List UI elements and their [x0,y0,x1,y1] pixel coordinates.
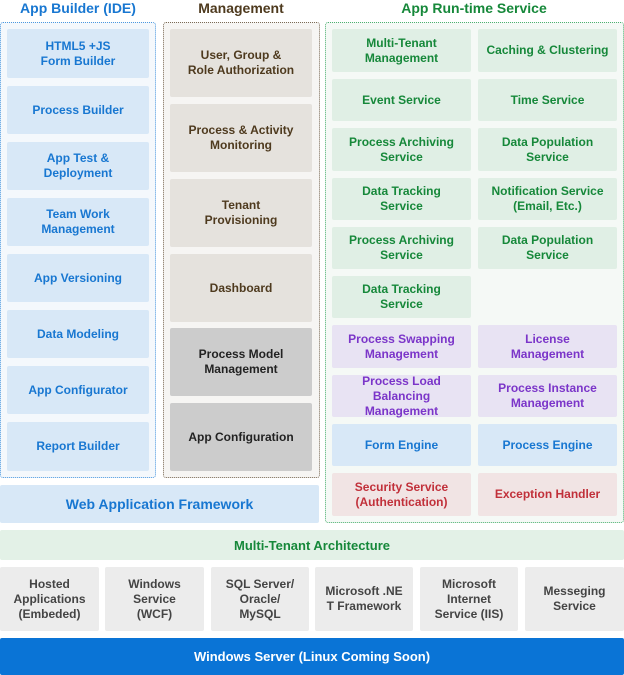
runtime-item[interactable]: Data Population Service [478,227,617,269]
app-builder-item[interactable]: Team Work Management [7,198,149,246]
runtime-item[interactable]: Process Load Balancing Management [332,374,471,418]
runtime-item[interactable]: Multi-Tenant Management [332,29,471,72]
runtime-item[interactable]: Caching & Clustering [478,29,617,72]
app-builder-item[interactable]: App Versioning [7,254,149,302]
management-item[interactable]: Process Model Management [170,328,312,396]
platform-item[interactable]: Microsoft Internet Service (IIS) [420,567,518,631]
management-item[interactable]: Dashboard [170,254,312,322]
runtime-item[interactable]: Data Tracking Service [332,178,471,220]
platform-item[interactable]: Windows Service (WCF) [105,567,204,631]
platform-item[interactable]: Microsoft .NE T Framework [315,567,413,631]
runtime-item[interactable]: License Management [478,325,617,368]
runtime-item[interactable]: Process Engine [478,424,617,466]
app-builder-item[interactable]: Process Builder [7,86,149,134]
app-builder-item[interactable]: App Test & Deployment [7,142,149,190]
runtime-item[interactable]: Notification Service (Email, Etc.) [478,178,617,220]
app-builder-item[interactable]: Data Modeling [7,310,149,358]
runtime-item[interactable]: Process Swapping Management [332,325,471,368]
runtime-title: App Run-time Service [401,0,547,16]
runtime-item[interactable]: Exception Handler [478,473,617,516]
runtime-item[interactable]: Process Archiving Service [332,128,471,171]
windows-server-bar[interactable]: Windows Server (Linux Coming Soon) [0,638,624,675]
web-application-framework[interactable]: Web Application Framework [0,485,319,523]
management-item[interactable]: App Configuration [170,403,312,471]
runtime-item[interactable]: Process Archiving Service [332,227,471,269]
management-item[interactable]: Tenant Provisioning [170,179,312,247]
runtime-item[interactable]: Form Engine [332,424,471,466]
app-builder-title: App Builder (IDE) [20,0,136,16]
runtime-item[interactable]: Data Tracking Service [332,276,471,318]
app-builder-item[interactable]: Report Builder [7,422,149,471]
platform-item[interactable]: SQL Server/ Oracle/ MySQL [211,567,309,631]
platform-item[interactable]: Hosted Applications (Embeded) [0,567,99,631]
runtime-item[interactable]: Event Service [332,79,471,121]
management-item[interactable]: Process & Activity Monitoring [170,104,312,172]
runtime-item[interactable]: Data Population Service [478,128,617,171]
runtime-item[interactable]: Security Service (Authentication) [332,473,471,516]
platform-item[interactable]: Messeging Service [525,567,624,631]
management-title: Management [198,0,284,16]
runtime-item[interactable]: Time Service [478,79,617,121]
app-builder-item[interactable]: HTML5 +JS Form Builder [7,29,149,78]
app-builder-item[interactable]: App Configurator [7,366,149,414]
management-item[interactable]: User, Group & Role Authorization [170,29,312,97]
multi-tenant-architecture[interactable]: Multi-Tenant Architecture [0,530,624,560]
runtime-item[interactable]: Process Instance Management [478,375,617,417]
